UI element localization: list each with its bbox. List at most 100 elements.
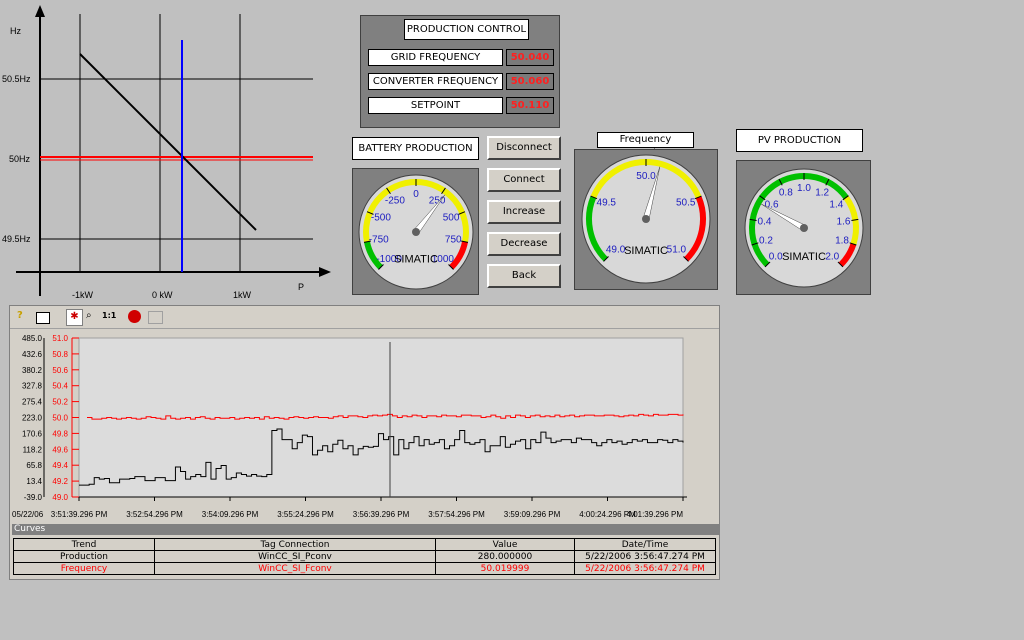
- print-icon[interactable]: [148, 311, 163, 324]
- curves-table: Trend Tag Connection Value Date/Time Pro…: [13, 538, 716, 575]
- trend-datetime: 5/22/2006 3:56:47.274 PM: [574, 550, 716, 563]
- pv-production-title: PV PRODUCTION: [736, 129, 863, 152]
- battery-gauge-tick-label: 750: [445, 234, 462, 245]
- pf-grid: [40, 14, 313, 272]
- production-axis-label: 65.8: [26, 461, 42, 470]
- frequency-axis-label: 49.4: [52, 461, 68, 470]
- pv-gauge-brand: SIMATIC: [782, 251, 826, 263]
- production-axis-label: 13.4: [26, 477, 42, 486]
- original-size-button[interactable]: 1:1: [102, 311, 116, 320]
- toolbar-separator: [10, 328, 719, 329]
- droop-line: [79, 53, 257, 231]
- frequency-axis-label: 49.0: [52, 493, 68, 502]
- production-axis-label: 485.0: [22, 334, 43, 343]
- pf-characteristic-chart: Hz P 50.5Hz 50Hz 49.5Hz -1kW 0 kW 1kW: [2, 5, 331, 300]
- back-button[interactable]: Back: [487, 264, 561, 288]
- trend-chart: 485.0 51.0 432.6 50.8 380.2 50.6 327.8 50.4 275.…: [12, 334, 687, 519]
- grid-frequency-value: 50.040: [506, 49, 554, 66]
- frequency-gauge-tick-label: 50.5: [676, 198, 696, 209]
- col-tag: Tag Connection: [154, 538, 436, 551]
- tag-name: WinCC_SI_Pconv: [154, 550, 436, 563]
- time-tick-label: 3:52:54.296 PM: [126, 510, 183, 519]
- trend-name: Production: [13, 550, 155, 563]
- frequency-gauge-tick-label: 50.0: [636, 171, 656, 182]
- decrease-button[interactable]: Decrease: [487, 232, 561, 256]
- setpoint-value: 50.110: [506, 97, 554, 114]
- frequency-axis-label: 50.6: [52, 366, 68, 375]
- pf-y-tick: 50.5Hz: [2, 74, 31, 84]
- disconnect-button[interactable]: Disconnect: [487, 136, 561, 160]
- pf-y-arrow: [35, 5, 45, 17]
- pf-x-tick: 0 kW: [152, 290, 173, 300]
- pf-y-unit: Hz: [10, 26, 21, 36]
- frequency-gauge-tick-label: 49.0: [606, 244, 626, 255]
- pv-gauge-tick-label: 0.0: [769, 251, 783, 262]
- pf-x-unit: P: [298, 282, 304, 292]
- pv-gauge-tick-label: 1.4: [829, 199, 843, 210]
- trend-toolbar: ? ✱ ⌕ 1:1: [14, 309, 174, 327]
- battery-gauge: -1000-750-500-25002505007501000SIMATIC: [358, 174, 474, 290]
- battery-gauge-tick-label: -250: [385, 195, 405, 206]
- trend-datetime: 5/22/2006 3:56:47.274 PM: [574, 562, 716, 575]
- pv-gauge-tick-label: 1.0: [797, 183, 811, 194]
- help-icon[interactable]: ?: [17, 310, 23, 321]
- table-row[interactable]: Frequency WinCC_SI_Fconv 50.019999 5/22/…: [13, 562, 716, 575]
- frequency-axis-label: 50.0: [52, 414, 68, 423]
- production-control-panel: PRODUCTION CONTROL GRID FREQUENCY 50.040…: [360, 15, 560, 128]
- pv-gauge-tick-label: 1.2: [815, 187, 829, 198]
- date-label: 05/22/06: [12, 510, 44, 519]
- time-tick-label: 3:55:24.296 PM: [277, 510, 334, 519]
- battery-gauge-tick-label: 500: [443, 212, 460, 223]
- col-datetime: Date/Time: [574, 538, 716, 551]
- battery-gauge-tick-label: -750: [369, 234, 389, 245]
- table-row[interactable]: Production WinCC_SI_Pconv 280.000000 5/2…: [13, 550, 716, 563]
- frequency-axis-label: 49.6: [52, 445, 68, 454]
- frequency-axis-label: 49.8: [52, 429, 68, 438]
- increase-button[interactable]: Increase: [487, 200, 561, 224]
- battery-gauge-tick-label: -500: [371, 212, 391, 223]
- zoom-icon[interactable]: ⌕: [86, 310, 92, 321]
- frequency-axis-label: 51.0: [52, 334, 68, 343]
- pv-gauge-tick-label: 0.8: [779, 187, 793, 198]
- converter-frequency-value: 50.060: [506, 73, 554, 90]
- pf-x-tick: 1kW: [233, 290, 252, 300]
- col-trend: Trend: [13, 538, 155, 551]
- frequency-gauge-frame: 49.0 49.5 50.0 50.5 51.0 SIMATIC: [574, 149, 718, 290]
- trend-name: Frequency: [13, 562, 155, 575]
- production-axis-label: 432.6: [22, 350, 43, 359]
- production-axis-label: 380.2: [22, 366, 43, 375]
- pv-gauge-tick-label: 0.4: [758, 217, 772, 228]
- frequency-gauge-pivot: [642, 215, 650, 223]
- stop-icon[interactable]: [128, 310, 141, 323]
- time-tick-label: 3:56:39.296 PM: [353, 510, 410, 519]
- frequency-setpoint-title: Frequency SetPoint: [597, 132, 694, 159]
- battery-gauge-tick-label: 0: [413, 189, 419, 200]
- trend-value: 50.019999: [435, 562, 575, 575]
- time-tick-label: 4:01:39.296 PM: [627, 510, 684, 519]
- battery-gauge-frame: -1000 -750 -500 -250 0 250 500 750 1000 SIMATIC: [352, 168, 479, 295]
- trend-plot-area: [78, 337, 684, 498]
- trend-control: ? ✱ ⌕ 1:1 485.0 51.0 432.6 50.8 380.2 50.6 327…: [9, 305, 720, 580]
- production-axis-label: 118.2: [23, 445, 43, 454]
- production-axis-label: -39.0: [24, 493, 43, 502]
- frequency-gauge: 49.0 49.5 50.0 50.5 51.0SIMATIC: [581, 154, 711, 284]
- pf-y-tick: 49.5Hz: [2, 234, 31, 244]
- grid-frequency-label: GRID FREQUENCY: [368, 49, 503, 66]
- pf-x-tick: -1kW: [72, 290, 94, 300]
- frequency-gauge-tick-label: 49.5: [597, 198, 617, 209]
- converter-frequency-label: CONVERTER FREQUENCY: [368, 73, 503, 90]
- curves-header: Curves: [12, 524, 719, 535]
- col-value: Value: [435, 538, 575, 551]
- autoscale-icon[interactable]: ✱: [66, 309, 83, 326]
- pv-gauge-tick-label: 1.6: [837, 217, 851, 228]
- battery-gauge-pivot: [412, 228, 420, 236]
- pv-gauge-tick-label: 1.8: [835, 235, 849, 246]
- frequency-axis-label: 50.4: [52, 382, 68, 391]
- production-control-title: PRODUCTION CONTROL: [404, 19, 529, 40]
- pv-gauge-tick-label: 0.6: [765, 199, 779, 210]
- connect-button[interactable]: Connect: [487, 168, 561, 192]
- table-icon[interactable]: [36, 312, 50, 324]
- setpoint-label: SETPOINT: [368, 97, 503, 114]
- trend-value: 280.000000: [435, 550, 575, 563]
- time-tick-label: 3:51:39.296 PM: [51, 510, 108, 519]
